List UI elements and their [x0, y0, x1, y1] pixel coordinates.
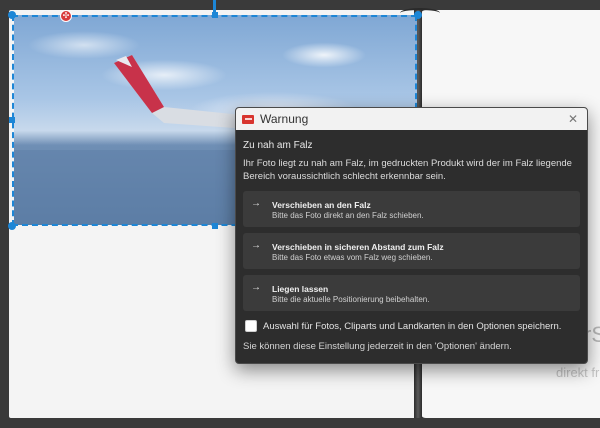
- dialog-content: Zu nah am Falz Ihr Foto liegt zu nah am …: [236, 130, 587, 352]
- dialog-title: Warnung: [260, 112, 309, 126]
- resize-handle-bottom[interactable]: [212, 223, 218, 229]
- dialog-footer-note: Sie können diese Einstellung jederzeit i…: [243, 341, 512, 352]
- option-move-to-fold-button[interactable]: → Verschieben an den Falz Bitte das Foto…: [243, 191, 580, 227]
- app-logo-icon: [242, 114, 254, 124]
- arrow-right-icon: →: [251, 240, 261, 251]
- dialog-message: Ihr Foto liegt zu nah am Falz, im gedruc…: [243, 158, 572, 182]
- option-description: Bitte das Foto etwas vom Falz weg schieb…: [272, 253, 433, 262]
- resize-handle-top[interactable]: [212, 12, 218, 18]
- option-move-to-safe-distance-button[interactable]: → Verschieben in sicheren Abstand zum Fa…: [243, 233, 580, 269]
- rotate-handle-icon[interactable]: ✣: [60, 10, 72, 22]
- warning-dialog: Warnung ✕ Zu nah am Falz Ihr Foto liegt …: [235, 107, 588, 364]
- save-choice-checkbox[interactable]: [245, 320, 257, 332]
- resize-handle-left[interactable]: [9, 117, 15, 123]
- arrow-right-icon: →: [251, 282, 261, 293]
- option-title: Verschieben in sicheren Abstand zum Falz: [272, 242, 444, 252]
- option-title: Verschieben an den Falz: [272, 200, 371, 210]
- dialog-heading: Zu nah am Falz: [243, 140, 313, 151]
- option-title: Liegen lassen: [272, 284, 329, 294]
- top-anchor-line[interactable]: [213, 0, 216, 12]
- resize-handle-top-right[interactable]: [414, 11, 422, 19]
- resize-handle-bottom-left[interactable]: [8, 222, 16, 230]
- arrow-right-icon: →: [251, 198, 261, 209]
- dialog-titlebar[interactable]: Warnung ✕: [236, 108, 587, 130]
- option-description: Bitte das Foto direkt an den Falz schieb…: [272, 211, 424, 220]
- save-choice-row[interactable]: Auswahl für Fotos, Cliparts und Landkart…: [243, 320, 580, 332]
- close-icon[interactable]: ✕: [565, 111, 581, 127]
- option-description: Bitte die aktuelle Positionierung beibeh…: [272, 295, 430, 304]
- option-leave-as-is-button[interactable]: → Liegen lassen Bitte die aktuelle Posit…: [243, 275, 580, 311]
- save-choice-label[interactable]: Auswahl für Fotos, Cliparts und Landkart…: [263, 321, 561, 332]
- resize-handle-top-left[interactable]: [8, 11, 16, 19]
